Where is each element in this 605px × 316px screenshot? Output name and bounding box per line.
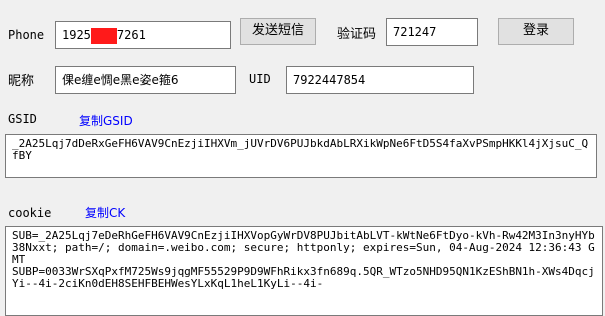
uid-input[interactable]: 7922447854 [286, 66, 474, 94]
code-label: 验证码 [337, 27, 377, 42]
phone-input[interactable]: 1925 7261 [55, 21, 231, 49]
login-button[interactable]: 登录 [498, 18, 574, 45]
cookie-label: cookie [8, 206, 52, 220]
code-input[interactable]: 721247 [386, 18, 478, 46]
copy-ck-link[interactable]: 复制CK [85, 204, 125, 221]
copy-gsid-link[interactable]: 复制GSID [79, 112, 133, 129]
nickname-label: 昵称 [8, 74, 35, 89]
phone-suffix: 7261 [116, 28, 146, 42]
cookie-textarea[interactable]: SUB=_2A25Lqj7eDeRhGeFH6VAV9CnEzjiIHXVopG… [5, 226, 603, 316]
send-sms-button[interactable]: 发送短信 [240, 18, 316, 45]
phone-prefix: 1925 [62, 28, 91, 42]
gsid-label: GSID [8, 112, 37, 126]
gsid-textarea[interactable]: _2A25Lqj7dDeRxGeFH6VAV9CnEzjiIHXVm_jUVrD… [5, 134, 597, 178]
nickname-input[interactable]: 倮e缠e惆e黑e姿e箍6 [55, 66, 236, 94]
phone-label: Phone [8, 28, 45, 42]
uid-label: UID [249, 72, 271, 86]
phone-redaction [90, 27, 117, 44]
